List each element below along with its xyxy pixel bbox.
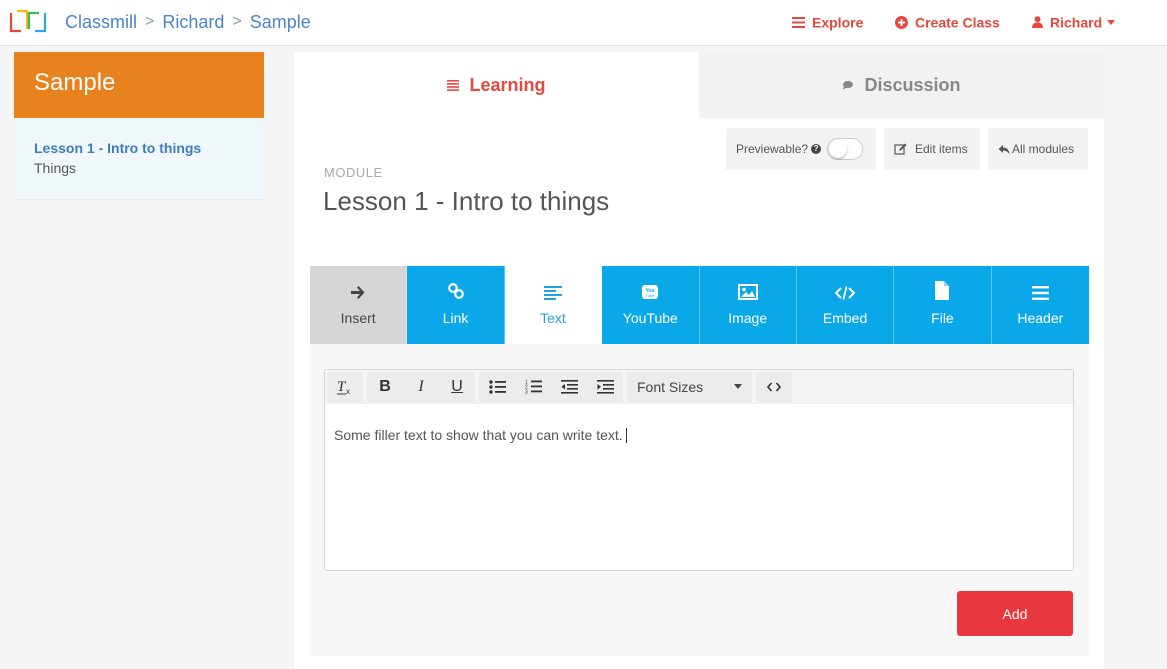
user-name: Richard (1050, 14, 1103, 31)
source-code-button[interactable] (756, 372, 792, 402)
svg-text:Tube: Tube (646, 293, 656, 298)
breadcrumb-separator: > (145, 13, 155, 31)
classmill-logo-icon[interactable] (8, 8, 50, 36)
indent-button[interactable] (587, 372, 623, 402)
all-modules-button[interactable]: All modules (988, 128, 1088, 170)
code-view-icon (767, 381, 781, 392)
image-icon (737, 284, 758, 300)
type-embed[interactable]: Embed (796, 266, 895, 344)
link-icon (447, 283, 464, 299)
type-header[interactable]: Header (991, 266, 1089, 344)
toggle-knob (829, 140, 848, 158)
clear-format-icon: Tx (337, 379, 350, 395)
top-bar: Classmill > Richard > Sample Explore Cre… (0, 0, 1167, 46)
type-image-label: Image (728, 310, 768, 326)
breadcrumb-user[interactable]: Richard (162, 12, 224, 33)
clear-format-button[interactable]: Tx (327, 372, 363, 402)
type-insert-label: Insert (340, 310, 376, 326)
numbered-list-button[interactable]: 123 (515, 372, 551, 402)
font-size-select[interactable]: Font Sizes (627, 371, 752, 402)
user-menu[interactable]: Richard (1032, 13, 1116, 31)
question-icon[interactable]: ? (811, 144, 822, 154)
text-editor-area: Tx B I U 123 Font Sizes Some filler text… (310, 344, 1089, 656)
edit-items-button[interactable]: Edit items (884, 128, 980, 170)
svg-text:x: x (346, 387, 350, 395)
outdent-button[interactable] (551, 372, 587, 402)
edit-items-label: Edit items (915, 142, 968, 156)
sidebar-class-title: Sample (14, 52, 264, 118)
list-icon (447, 79, 460, 91)
previewable-label: Previewable? (736, 142, 809, 156)
editor-text: Some filler text to show that you can wr… (334, 427, 623, 443)
type-embed-label: Embed (822, 310, 868, 326)
code-icon (835, 286, 856, 300)
module-kicker: MODULE (324, 165, 383, 180)
underline-button[interactable]: U (439, 372, 475, 402)
youtube-icon: YouTube (642, 285, 659, 299)
previewable-toggle[interactable] (827, 138, 864, 160)
type-insert[interactable]: Insert (310, 266, 408, 344)
outdent-icon (560, 379, 578, 394)
explore-link[interactable]: Explore (792, 13, 863, 30)
tab-learning-label: Learning (469, 74, 546, 95)
create-class-label: Create Class (915, 14, 1000, 31)
reply-icon (998, 144, 1010, 154)
explore-label: Explore (812, 14, 864, 31)
rich-text-editor: Tx B I U 123 Font Sizes Some filler text… (324, 369, 1074, 571)
bullet-list-icon (488, 379, 506, 394)
sidebar-item-lesson[interactable]: Lesson 1 - Intro to things Things (14, 118, 264, 200)
type-file[interactable]: File (894, 266, 992, 344)
italic-button[interactable]: I (403, 372, 439, 402)
type-text-label: Text (540, 310, 566, 326)
breadcrumb-class[interactable]: Sample (250, 12, 311, 33)
all-modules-label: All modules (1012, 142, 1075, 156)
editor-content[interactable]: Some filler text to show that you can wr… (325, 404, 1073, 466)
numbered-list-icon: 123 (525, 380, 542, 395)
module-title: Lesson 1 - Intro to things (323, 186, 610, 216)
type-file-label: File (931, 310, 954, 326)
chevron-down-icon (1107, 19, 1116, 25)
arrow-right-icon (351, 286, 365, 299)
type-youtube-label: YouTube (622, 310, 678, 326)
edit-icon (894, 143, 907, 155)
plus-circle-icon (895, 15, 908, 29)
sidebar-item-subtitle: Things (34, 160, 77, 176)
previewable-control: Previewable? ? (726, 128, 876, 170)
tab-discussion[interactable]: Discussion (699, 52, 1104, 118)
comment-icon (843, 80, 854, 90)
insert-type-tabs: Insert Link Text You Tube YouTube Image E… (310, 266, 1089, 344)
type-image[interactable]: Image (699, 266, 797, 344)
type-link-label: Link (442, 310, 469, 326)
bars-icon (792, 16, 805, 28)
editor-toolbar: Tx B I U 123 Font Sizes (325, 370, 1073, 404)
type-link[interactable]: Link (407, 266, 505, 344)
type-text[interactable]: Text (504, 266, 603, 344)
add-button[interactable]: Add (957, 591, 1073, 636)
breadcrumb-app[interactable]: Classmill (65, 12, 137, 33)
align-left-icon (543, 286, 562, 300)
caret-down-icon (734, 384, 742, 389)
tab-discussion-label: Discussion (864, 74, 961, 95)
type-header-label: Header (1017, 310, 1064, 326)
user-icon (1032, 16, 1043, 29)
file-icon (935, 281, 950, 300)
type-youtube[interactable]: You Tube YouTube (602, 266, 700, 344)
bullet-list-button[interactable] (479, 372, 515, 402)
tab-learning[interactable]: Learning (294, 52, 699, 118)
bold-button[interactable]: B (367, 372, 403, 402)
indent-icon (596, 379, 614, 394)
svg-text:3: 3 (525, 390, 528, 395)
header-icon (1031, 286, 1049, 300)
create-class-link[interactable]: Create Class (895, 13, 1000, 30)
sidebar-item-title: Lesson 1 - Intro to things (34, 140, 202, 156)
breadcrumb: Classmill > Richard > Sample (65, 11, 311, 33)
text-cursor (625, 428, 627, 443)
breadcrumb-separator: > (232, 13, 242, 31)
module-panel: Learning Discussion Previewable? ? Edit … (294, 52, 1104, 669)
font-size-value: Font Sizes (637, 378, 704, 395)
